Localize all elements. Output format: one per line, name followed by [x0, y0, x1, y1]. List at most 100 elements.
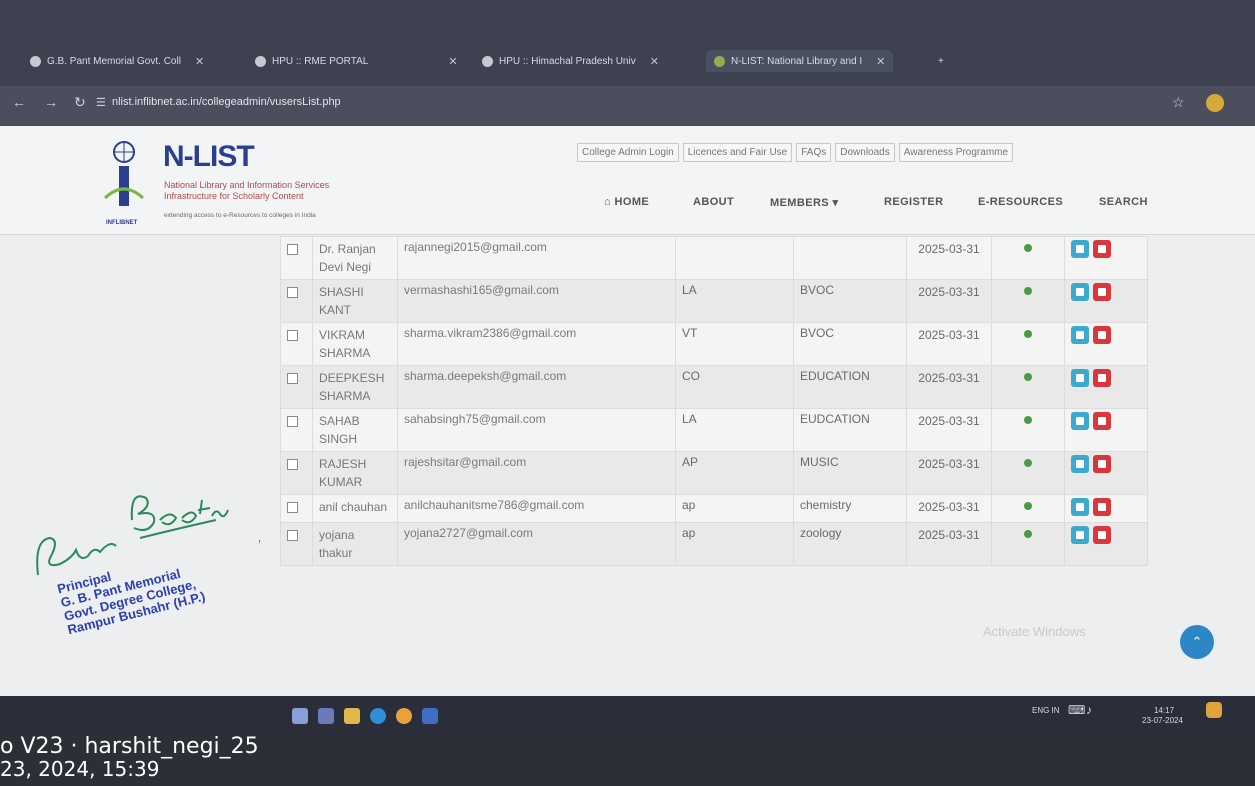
edit-button[interactable]	[1071, 412, 1089, 430]
new-tab-button[interactable]: +	[938, 50, 944, 72]
college-admin-login-link[interactable]: College Admin Login	[577, 143, 679, 162]
network-icon[interactable]: ⌨	[1068, 703, 1085, 717]
row-checkbox[interactable]	[287, 373, 298, 384]
nav-home-label: HOME	[614, 196, 650, 208]
delete-button[interactable]	[1093, 498, 1111, 516]
actions-cell	[1064, 451, 1148, 495]
actions-cell	[1064, 322, 1148, 366]
nav-register[interactable]: REGISTER	[884, 196, 943, 208]
language-indicator[interactable]: ENG IN	[1032, 706, 1060, 715]
edit-button[interactable]	[1071, 326, 1089, 344]
edit-button[interactable]	[1071, 283, 1089, 301]
site-info-icon[interactable]: ☰	[96, 96, 106, 109]
close-icon[interactable]: ✕	[650, 55, 659, 68]
profile-avatar[interactable]	[1206, 94, 1224, 112]
file-explorer-icon[interactable]	[344, 708, 360, 724]
row-checkbox[interactable]	[287, 330, 298, 341]
tab-label: HPU :: RME PORTAL	[272, 55, 369, 67]
clock-time[interactable]: 14:17	[1154, 706, 1174, 715]
logo-subtitle-line: National Library and Information Service…	[164, 180, 330, 190]
awareness-link[interactable]: Awareness Programme	[898, 143, 1014, 162]
task-view-icon[interactable]	[292, 708, 308, 724]
clock-date[interactable]: 23-07-2024	[1142, 716, 1183, 725]
expiry-date: 2025-03-31	[906, 408, 992, 452]
row-checkbox[interactable]	[287, 530, 298, 541]
browser-tab-bar: G.B. Pant Memorial Govt. Coll ✕ HPU :: R…	[0, 0, 1255, 86]
expiry-date: 2025-03-31	[906, 236, 992, 280]
active-status-icon	[1024, 373, 1032, 381]
delete-button[interactable]	[1093, 526, 1111, 544]
url-field[interactable]: nlist.inflibnet.ac.in/collegeadmin/vuser…	[112, 96, 341, 108]
row-checkbox[interactable]	[287, 287, 298, 298]
row-checkbox[interactable]	[287, 459, 298, 470]
word-icon[interactable]	[422, 708, 438, 724]
table-row: yojana thakur yojana2727@gmail.com ap zoolo…	[280, 522, 1148, 566]
licences-link[interactable]: Licences and Fair Use	[682, 143, 793, 162]
status-cell	[991, 365, 1065, 409]
volume-icon[interactable]: ♪	[1086, 703, 1092, 717]
user-category: ap	[675, 522, 794, 566]
row-checkbox[interactable]	[287, 244, 298, 255]
edge-icon[interactable]	[370, 708, 386, 724]
nav-search[interactable]: SEARCH	[1099, 196, 1148, 208]
tab-hpu-univ[interactable]: HPU :: Himachal Pradesh Univ ✕	[482, 50, 659, 72]
row-checkbox[interactable]	[287, 416, 298, 427]
row-checkbox[interactable]	[287, 502, 298, 513]
top-links: College Admin Login Licences and Fair Us…	[577, 143, 1014, 162]
chrome-icon[interactable]	[396, 708, 412, 724]
nav-eresources[interactable]: E-RESOURCES	[978, 196, 1063, 208]
select-cell	[280, 322, 313, 366]
close-icon[interactable]: ✕	[448, 55, 457, 68]
select-cell	[280, 279, 313, 323]
tab-label: G.B. Pant Memorial Govt. Coll	[47, 55, 181, 67]
user-category: VT	[675, 322, 794, 366]
widgets-icon[interactable]	[318, 708, 334, 724]
user-category: CO	[675, 365, 794, 409]
user-email: sharma.vikram2386@gmail.com	[397, 322, 676, 366]
nav-about[interactable]: ABOUT	[693, 196, 734, 208]
delete-button[interactable]	[1093, 455, 1111, 473]
expiry-date: 2025-03-31	[906, 522, 992, 566]
edit-button[interactable]	[1071, 526, 1089, 544]
close-icon[interactable]: ✕	[876, 55, 885, 68]
tab-nlist[interactable]: N-LIST: National Library and I ✕	[706, 50, 894, 72]
edit-button[interactable]	[1071, 369, 1089, 387]
user-email: rajeshsitar@gmail.com	[397, 451, 676, 495]
status-cell	[991, 279, 1065, 323]
tab-gb-pant[interactable]: G.B. Pant Memorial Govt. Coll ✕	[30, 50, 204, 72]
favicon-icon	[714, 55, 725, 67]
table-row: RAJESH KUMAR rajeshsitar@gmail.com AP MUSIC…	[280, 451, 1148, 495]
nav-home[interactable]: ⌂ HOME	[604, 196, 649, 208]
web-page: N-LIST National Library and Information …	[0, 126, 1255, 696]
expiry-date: 2025-03-31	[906, 279, 992, 323]
home-icon: ⌂	[604, 196, 615, 208]
faqs-link[interactable]: FAQs	[796, 143, 832, 162]
select-cell	[280, 494, 313, 523]
delete-button[interactable]	[1093, 326, 1111, 344]
active-status-icon	[1024, 459, 1032, 467]
logo-title[interactable]: N-LIST	[163, 140, 255, 174]
active-status-icon	[1024, 287, 1032, 295]
nav-members[interactable]: MEMBERS ▾	[770, 196, 838, 209]
status-cell	[991, 322, 1065, 366]
bookmark-star-icon[interactable]: ☆	[1172, 94, 1185, 111]
table-row: SAHAB SINGH sahabsingh75@gmail.com LA EUDCA…	[280, 408, 1148, 452]
delete-button[interactable]	[1093, 283, 1111, 301]
back-icon[interactable]: ←	[12, 94, 26, 110]
edit-button[interactable]	[1071, 240, 1089, 258]
delete-button[interactable]	[1093, 412, 1111, 430]
downloads-link[interactable]: Downloads	[835, 143, 895, 162]
reload-icon[interactable]: ↻	[74, 94, 86, 111]
edit-button[interactable]	[1071, 498, 1089, 516]
user-email: rajannegi2015@gmail.com	[397, 236, 676, 280]
users-table-body: Dr. Ranjan Devi Negi rajannegi2015@gmail.…	[280, 236, 1148, 566]
delete-button[interactable]	[1093, 369, 1111, 387]
delete-button[interactable]	[1093, 240, 1111, 258]
forward-icon[interactable]: →	[44, 94, 58, 110]
colorful-app-icon[interactable]	[1206, 702, 1222, 718]
scroll-to-top-button[interactable]: ⌃	[1180, 625, 1214, 659]
close-icon[interactable]: ✕	[195, 55, 204, 68]
tab-hpu-rme[interactable]: HPU :: RME PORTAL ✕	[255, 50, 458, 72]
edit-button[interactable]	[1071, 455, 1089, 473]
user-department: zoology	[793, 522, 907, 566]
